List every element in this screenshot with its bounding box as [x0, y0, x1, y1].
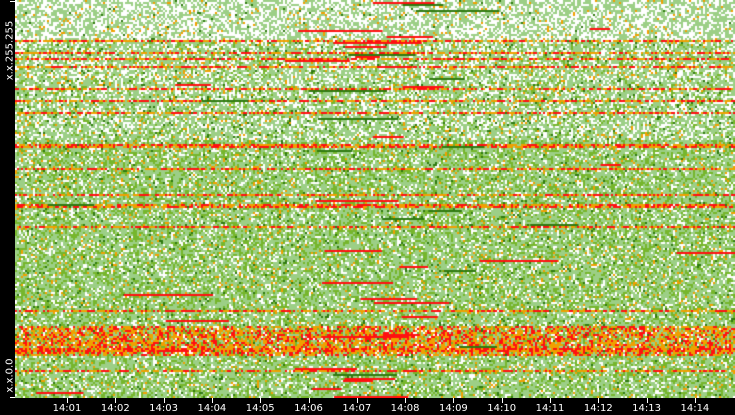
x-tick-label: 14:13 [632, 403, 662, 414]
x-tick-label: 14:05 [245, 403, 275, 414]
x-tick-label: 14:01 [52, 403, 82, 414]
x-tick-label: 14:03 [149, 403, 179, 414]
x-tick-label: 14:09 [438, 403, 468, 414]
x-tick-label: 14:02 [100, 403, 130, 414]
y-tick-top [10, 1, 15, 2]
heatmap-canvas [15, 0, 735, 398]
x-tick-label: 14:07 [342, 403, 372, 414]
x-tick-label: 14:08 [390, 403, 420, 414]
x-tick-label: 14:14 [680, 403, 710, 414]
x-tick-label: 14:11 [535, 403, 565, 414]
x-tick-label: 14:04 [197, 403, 227, 414]
y-label-bottom: x.x.0.0 [4, 358, 16, 393]
x-tick-label: 14:10 [487, 403, 517, 414]
x-tick-label: 14:06 [294, 403, 323, 414]
y-label-top: x.x.255.255 [4, 20, 16, 81]
x-tick-label: 14:12 [583, 403, 613, 414]
